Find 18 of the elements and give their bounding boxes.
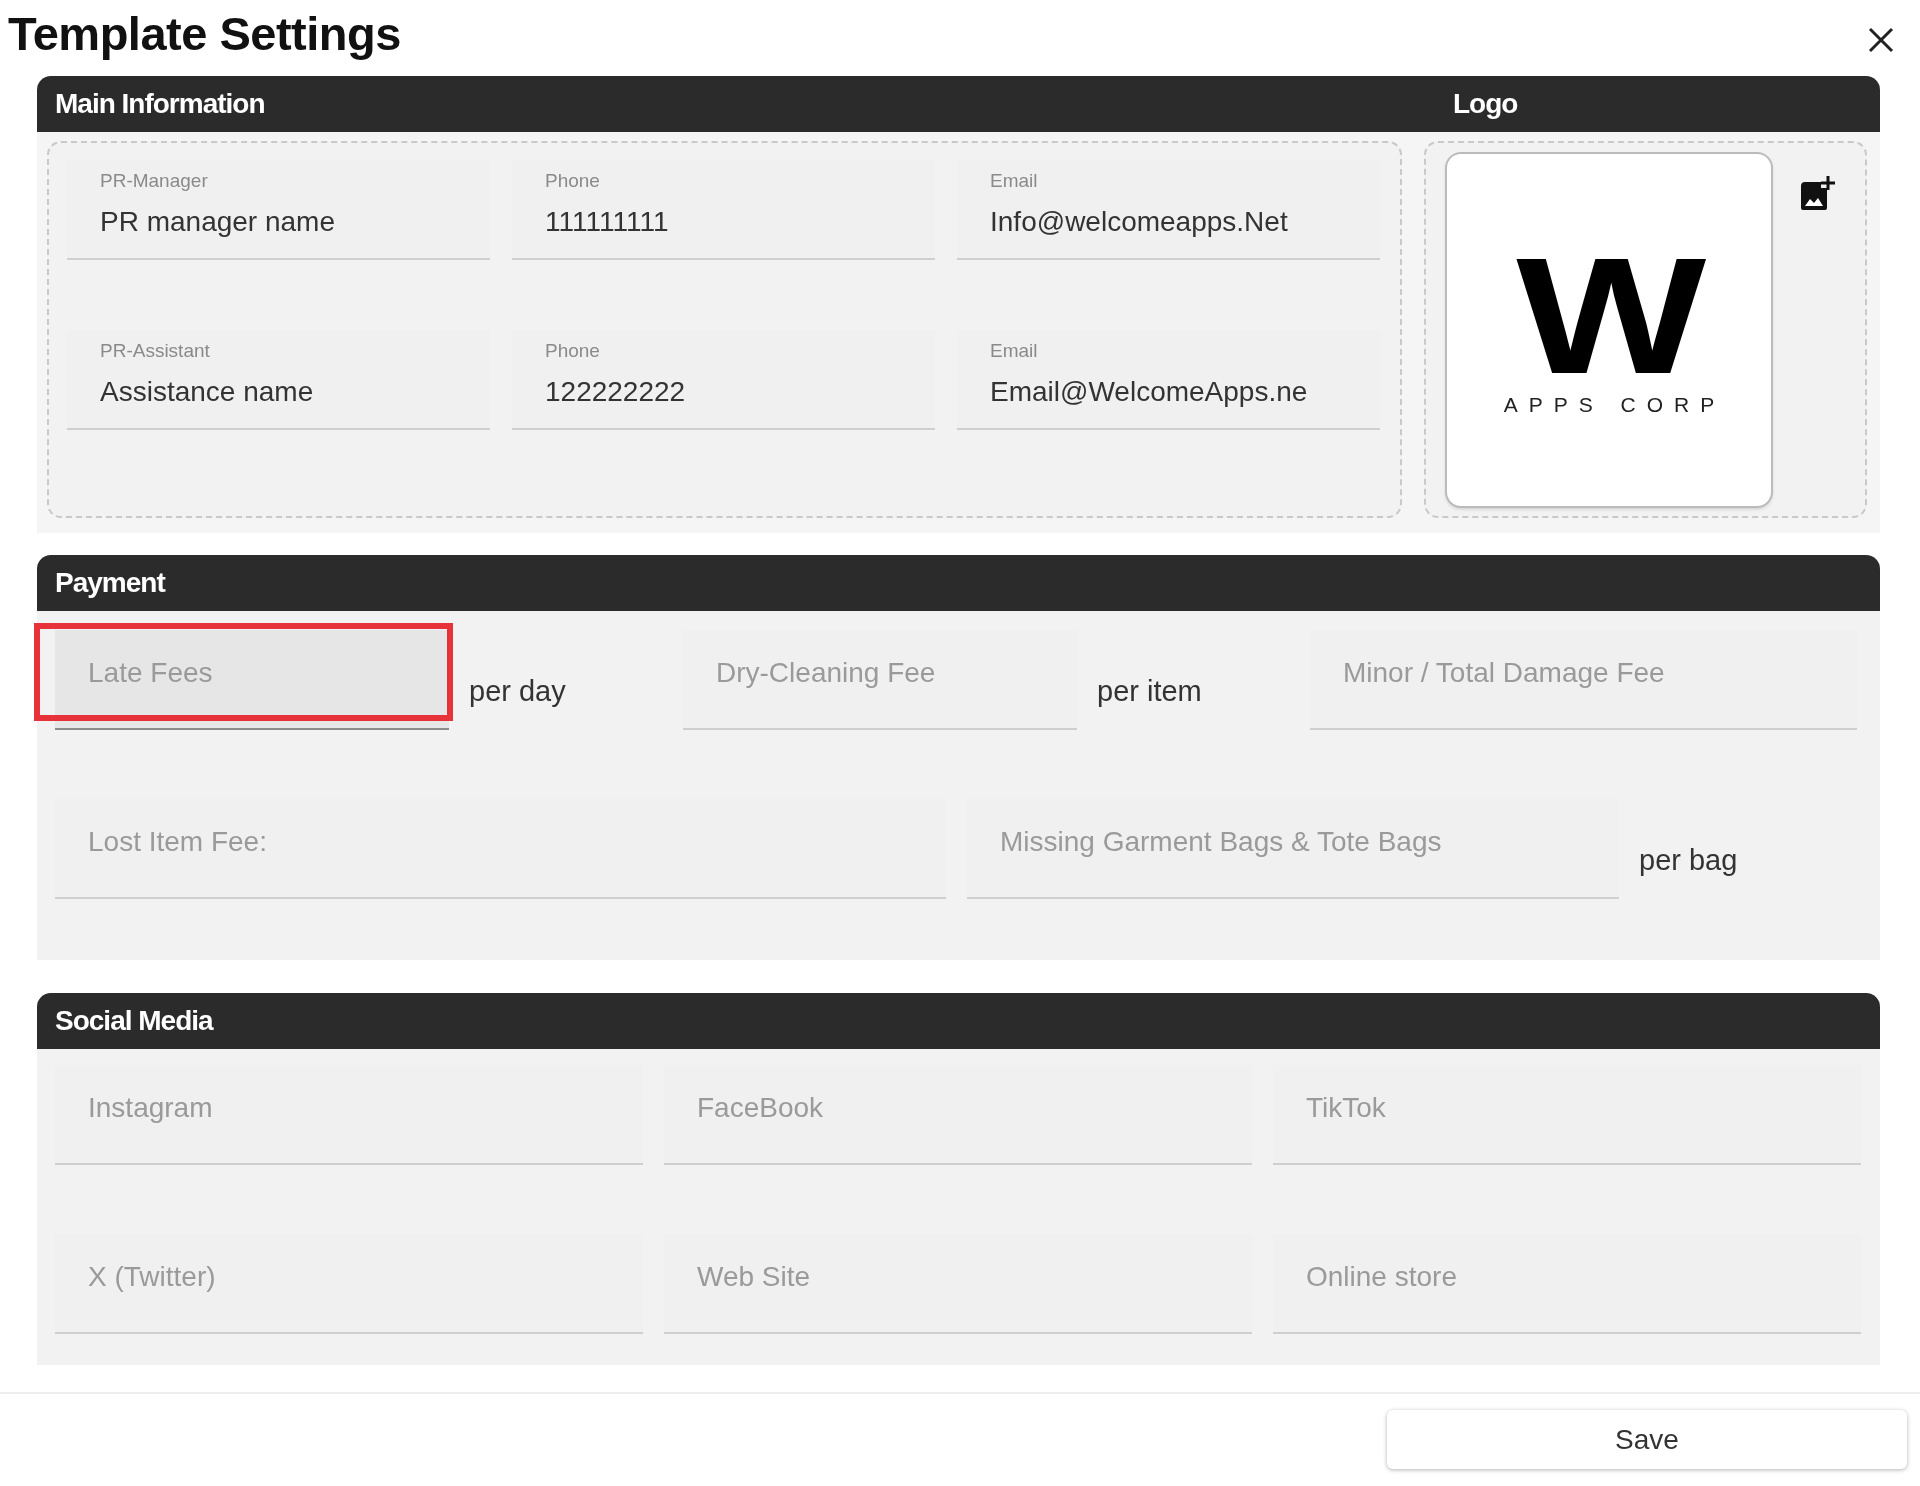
section-title: Logo [1453,88,1519,120]
close-icon[interactable] [1868,27,1894,53]
field-label: Email [990,170,1038,191]
dialog-title: Template Settings [8,6,401,61]
unit-label: per item [1096,674,1203,708]
field-label: PR-Assistant [100,340,210,361]
unit-label: per bag [1638,843,1739,877]
field-label: Email [990,340,1038,361]
field-label: PR-Manager [100,170,208,191]
unit-label: per day [468,674,567,708]
text-field[interactable]: Late Fees [55,630,449,730]
section-title: Payment [55,567,165,599]
section-title: Main Information [54,88,266,120]
add-image-icon[interactable] [1799,174,1835,212]
section-title: Social Media [55,1005,213,1037]
field-label: Phone [545,170,600,191]
save-button[interactable]: Save [1387,1410,1907,1469]
field-label: Phone [545,340,600,361]
